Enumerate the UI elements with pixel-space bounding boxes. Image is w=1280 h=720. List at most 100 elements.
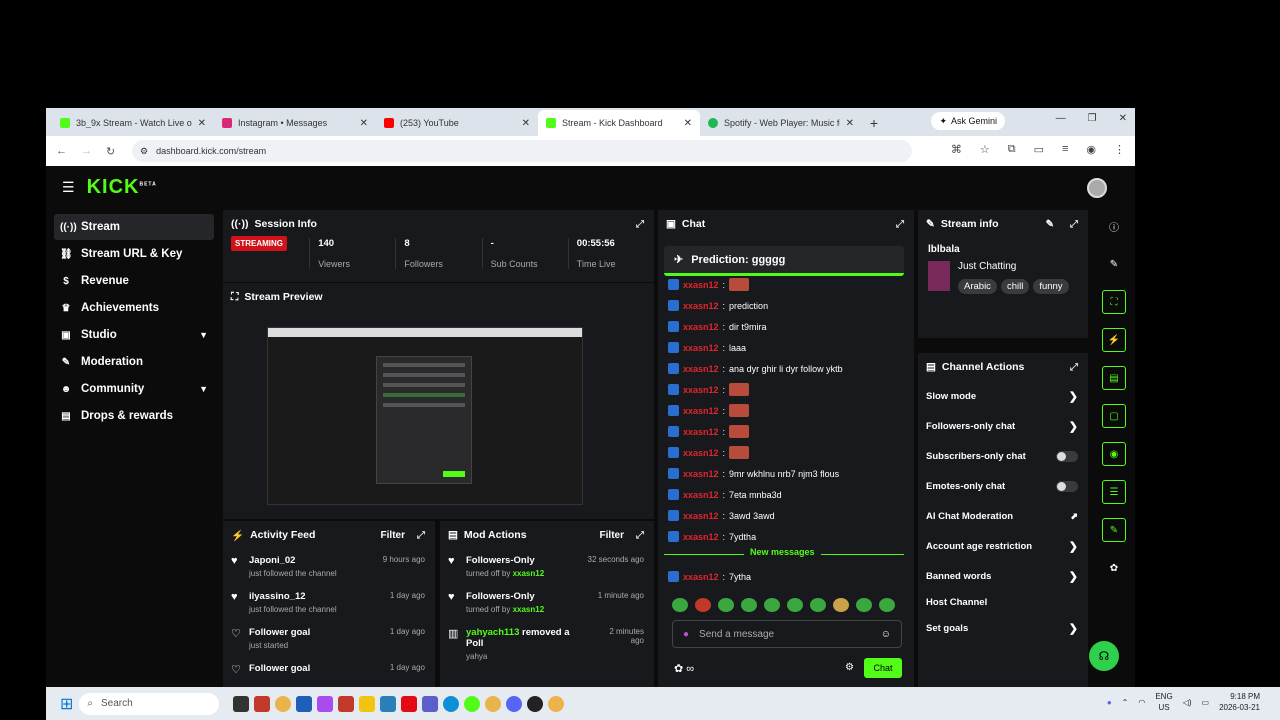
wifi-icon[interactable]: ◠ [1138,698,1145,707]
browser-tab[interactable]: (253) YouTube ✕ [376,110,538,136]
emote-button[interactable] [741,598,757,612]
site-info-icon[interactable]: ⚙ [140,146,148,157]
browser-tab[interactable]: 3b_9x Stream - Watch Live on K ✕ [52,110,214,136]
expand-icon[interactable]: ⤢ [896,219,904,230]
bolt-icon[interactable]: ⚡ [1102,328,1126,352]
wrench-icon[interactable]: ✎ [1102,518,1126,542]
emote-button[interactable] [856,598,872,612]
stream-tag[interactable]: chill [1000,279,1030,294]
new-messages-divider[interactable]: New messages [664,547,904,566]
menu-kebab-icon[interactable]: ⋮ [1114,143,1125,156]
extensions-icon[interactable]: ⧉ [1008,143,1016,156]
sidebar-item-community[interactable]: ☻ Community ▼ [54,376,214,402]
chat-username[interactable]: xxasn12 [683,343,719,353]
notes-icon[interactable]: ▤ [1102,366,1126,390]
app-icon[interactable] [380,695,397,712]
expand-icon[interactable]: ⤢ [636,530,644,541]
restore-icon[interactable]: ❐ [1088,113,1097,124]
browser-tab[interactable]: Spotify - Web Player: Music for ✕ [700,110,862,136]
chevron-up-icon[interactable]: ⌃ [1122,698,1129,707]
new-tab-button[interactable]: + [862,110,886,136]
close-icon[interactable]: ✕ [846,118,854,129]
sidebar-item-moderation[interactable]: ✎ Moderation [54,349,214,375]
banned-words-action[interactable]: Banned words ❯ [918,561,1088,591]
prediction-banner[interactable]: ✈ Prediction: ggggg [664,246,904,276]
account-age-action[interactable]: Account age restriction ❯ [918,531,1088,561]
emote-button[interactable] [833,598,849,612]
chat-username[interactable]: xxasn12 [683,301,719,311]
chat-username[interactable]: xxasn12 [683,280,719,290]
discord-icon[interactable] [506,695,523,712]
close-window-icon[interactable]: ✕ [1119,113,1127,124]
sidebar-item-drops-rewards[interactable]: ▤ Drops & rewards [54,403,214,429]
sidebar-item-studio[interactable]: ▣ Studio ▼ [54,322,214,348]
edge-icon[interactable] [443,695,460,712]
chat-username[interactable]: xxasn12 [683,448,719,458]
mod-action-user[interactable]: xxasn12 [513,605,545,614]
battery-icon[interactable]: ▭ [1202,698,1210,707]
chat-tools-icon[interactable]: ✿ ∞ [674,662,694,675]
info-icon[interactable]: ⓘ [1102,214,1126,238]
back-icon[interactable]: ← [56,145,67,157]
chat-bubble-icon[interactable]: ▢ [1102,404,1126,428]
emote-button[interactable] [672,598,688,612]
mic-icon[interactable]: ● [683,629,689,640]
stream-preview-video[interactable] [267,327,583,505]
followers-only-action[interactable]: Followers-only chat ❯ [918,411,1088,441]
expand-icon[interactable]: ⤢ [1070,362,1078,373]
emote-button[interactable] [695,598,711,612]
sidebar-item-achievements[interactable]: ♛ Achievements [54,295,214,321]
chrome-icon[interactable] [548,695,565,712]
chat-username[interactable]: xxasn12 [683,572,719,582]
sidebar-item-stream-url-key[interactable]: ⛓ Stream URL & Key [54,241,214,267]
taskbar-clock[interactable]: 9:18 PM 2026-03-21 [1219,691,1260,713]
kick-logo[interactable]: KICKBETA [87,176,157,199]
slow-mode-action[interactable]: Slow mode ❯ [918,381,1088,411]
subscribers-only-toggle[interactable] [1056,450,1078,462]
app-icon[interactable] [233,695,250,712]
chat-input[interactable]: ● Send a message ☺ [672,620,902,648]
stream-tag[interactable]: funny [1033,279,1069,294]
host-channel-action[interactable]: Host Channel [918,591,1088,613]
expand-icon[interactable]: ⤢ [1070,219,1078,230]
volume-icon[interactable]: ◁) [1183,698,1192,707]
menu-icon[interactable]: ☰ [62,179,75,196]
community-icon[interactable]: ✿ [1102,556,1126,580]
app-icon[interactable] [317,695,334,712]
expand-icon[interactable]: ⤢ [417,530,425,541]
browser-tab-active[interactable]: Stream - Kick Dashboard ✕ [538,110,700,136]
user-avatar[interactable] [1087,178,1107,198]
emoji-icon[interactable]: ☺ [881,629,891,640]
chat-username[interactable]: xxasn12 [683,469,719,479]
bookmark-star-icon[interactable]: ☆ [980,143,990,156]
emote-button[interactable] [764,598,780,612]
translate-icon[interactable]: ⌘ [951,143,962,156]
edit-icon[interactable]: ✎ [1102,252,1126,276]
chat-username[interactable]: xxasn12 [683,406,719,416]
send-chat-button[interactable]: Chat [864,658,902,678]
chat-username[interactable]: xxasn12 [683,511,719,521]
chat-settings-icon[interactable]: ⚙ [845,662,854,673]
sidebar-item-revenue[interactable]: $ Revenue [54,268,214,294]
chat-username[interactable]: xxasn12 [683,364,719,374]
netflix-icon[interactable] [401,695,418,712]
taskbar-search[interactable]: ⌕ Search [79,692,220,715]
chrome-icon[interactable] [485,695,502,712]
app-icon[interactable] [338,695,355,712]
profile-icon[interactable]: ◉ [1086,143,1096,156]
emote-button[interactable] [879,598,895,612]
emote-button[interactable] [810,598,826,612]
chrome-icon[interactable] [275,695,292,712]
forward-icon[interactable]: → [81,145,92,157]
close-icon[interactable]: ✕ [684,118,692,129]
emote-button[interactable] [787,598,803,612]
app-icon[interactable] [527,695,544,712]
filter-button[interactable]: Filter [600,530,624,541]
media-icon[interactable]: ≡ [1062,143,1068,156]
set-goals-action[interactable]: Set goals ❯ [918,613,1088,643]
ai-moderation-action[interactable]: AI Chat Moderation ⬈ [918,501,1088,531]
chat-username[interactable]: xxasn12 [683,490,719,500]
chat-username[interactable]: xxasn12 [683,427,719,437]
emotes-only-toggle[interactable] [1056,480,1078,492]
sidebar-item-stream[interactable]: ((·)) Stream [54,214,214,240]
